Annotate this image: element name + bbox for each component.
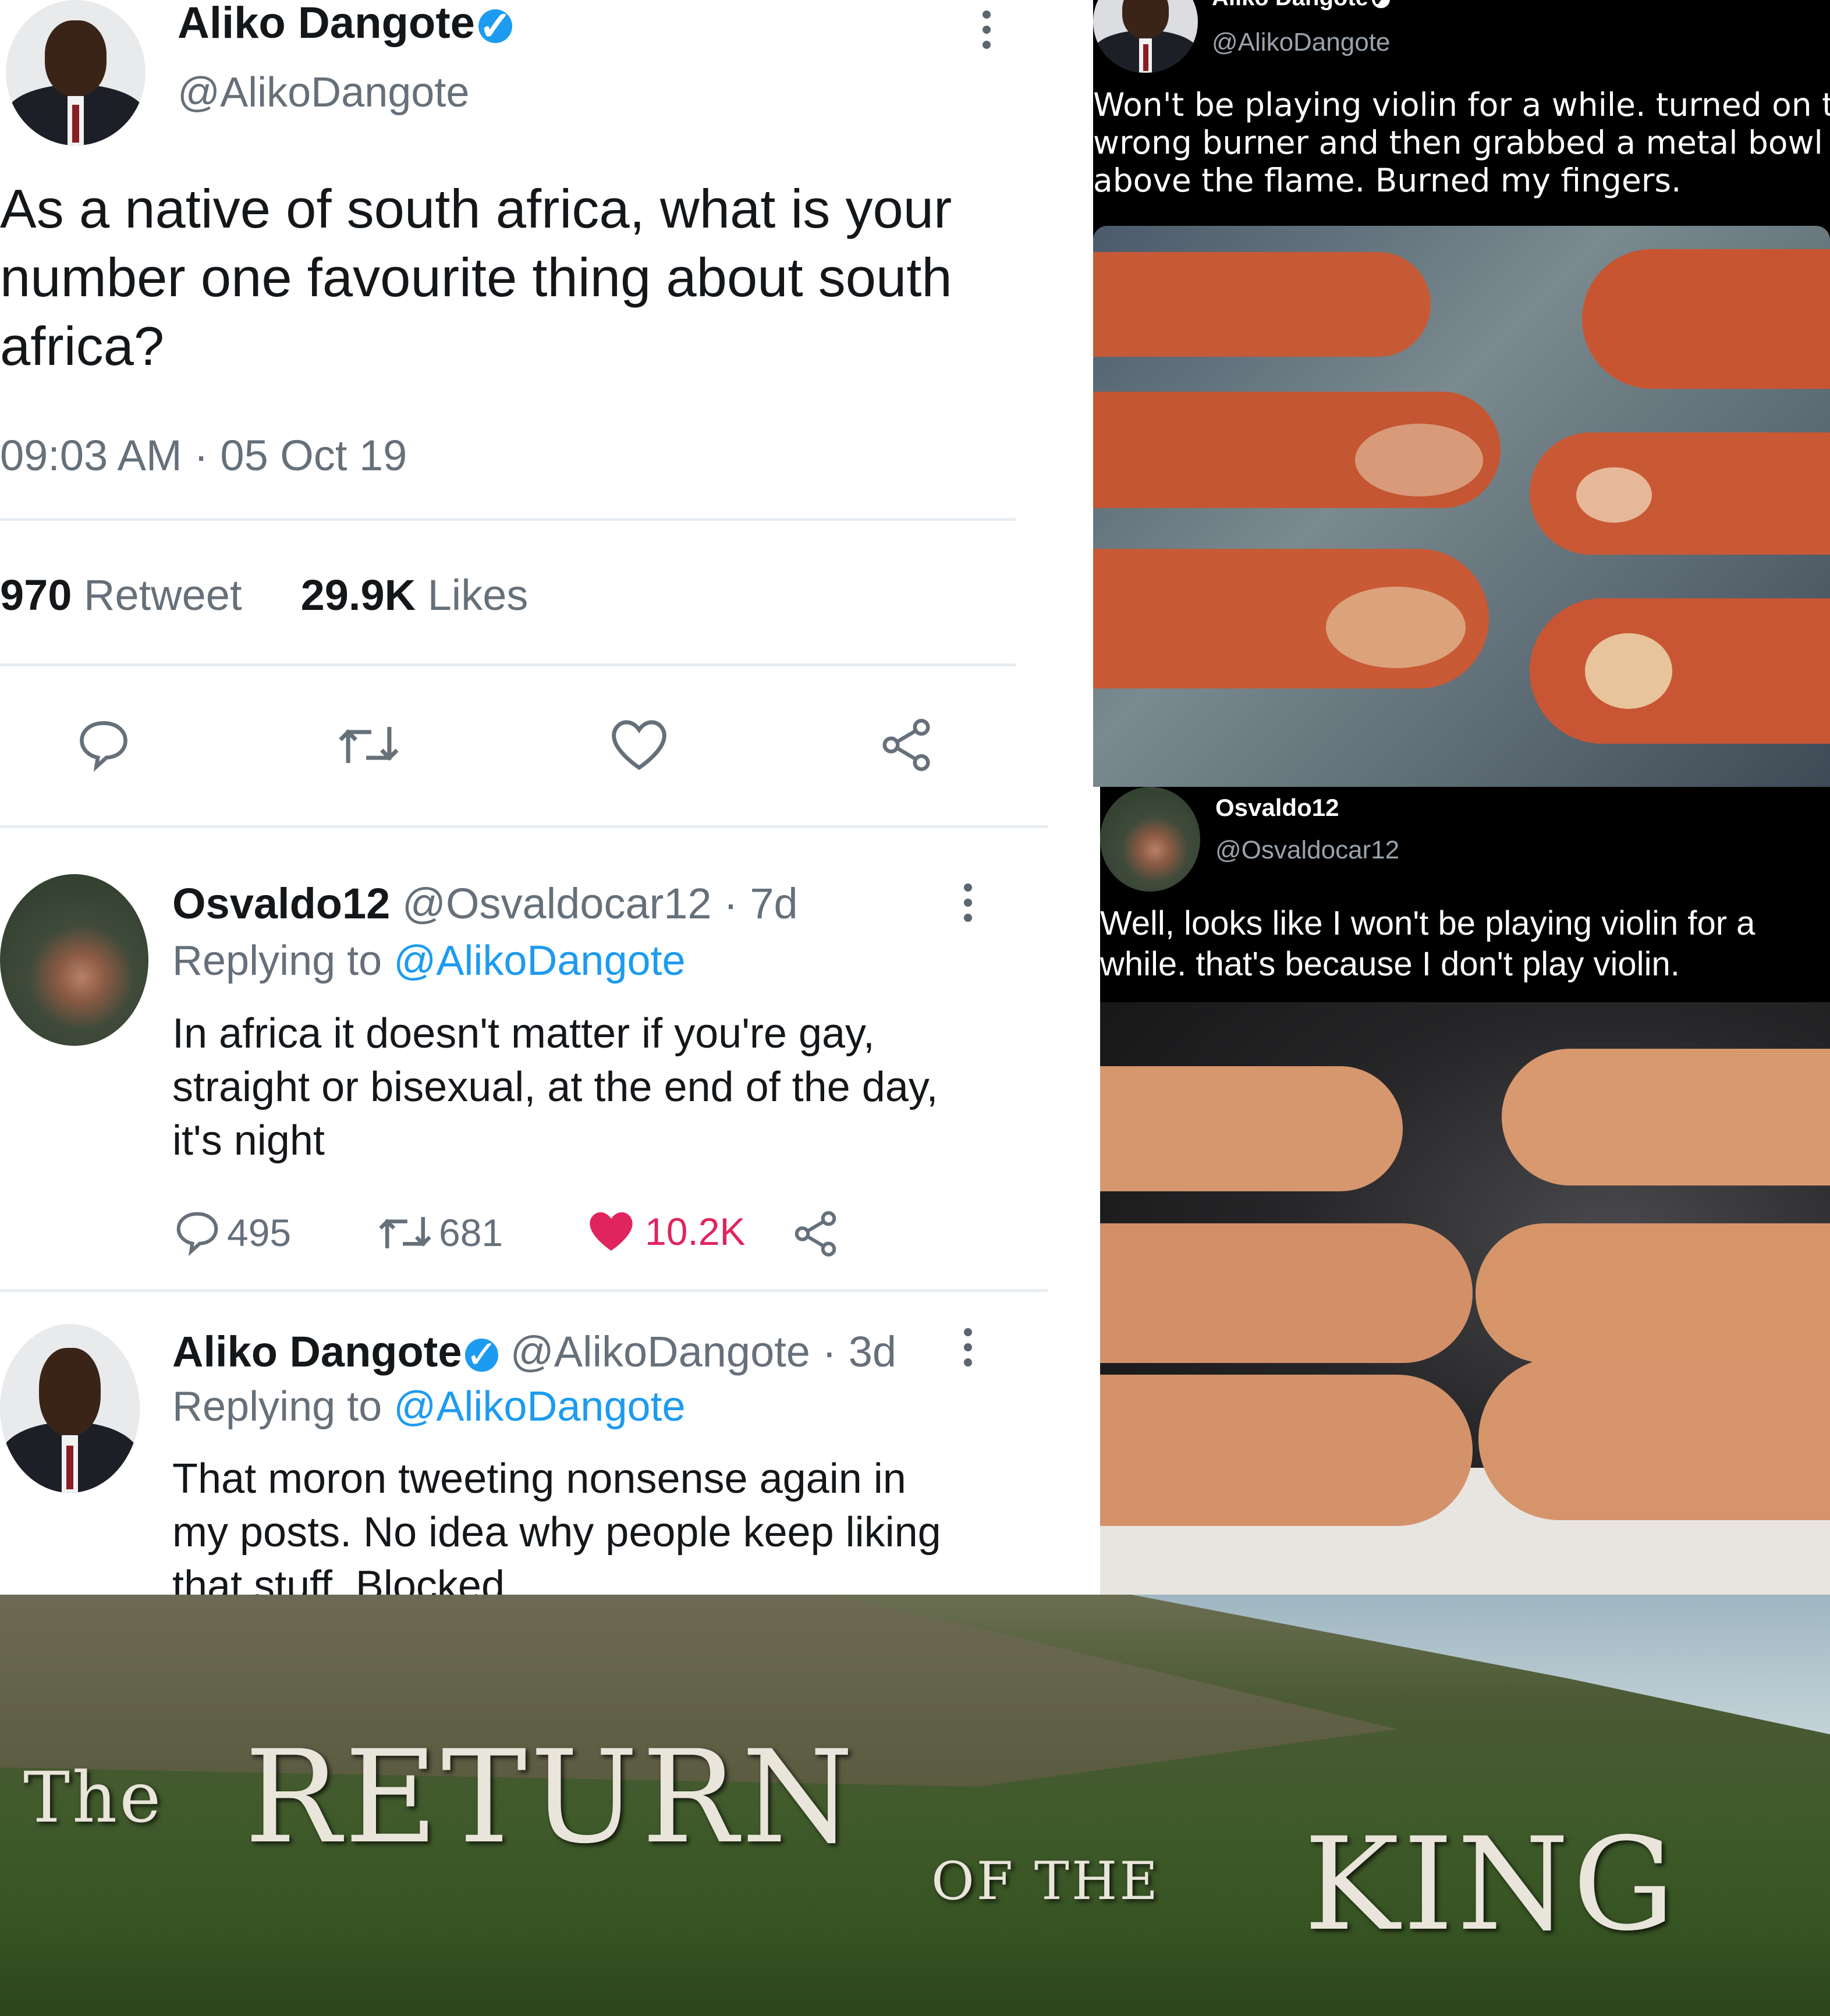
kebab-menu-icon[interactable] (964, 883, 972, 929)
likes-count[interactable]: 29.9K Likes (301, 571, 529, 619)
dark-tweet-text: Well, looks like I won't be playing viol… (1100, 904, 1755, 983)
tweet-stats: 970 Retweet 29.9K Likes (0, 570, 528, 620)
dark-tweet-text: Won't be playing violin for a while. tur… (1093, 86, 1830, 199)
title-the: The (23, 1758, 164, 1838)
aliko-dangote-avatar[interactable] (6, 0, 146, 145)
title-return: RETURN (244, 1723, 857, 1872)
fingers-photo[interactable] (1100, 1002, 1830, 1595)
tweet-thread-panel: Aliko Dangote✓ @AlikoDangote As a native… (0, 0, 1100, 1595)
return-of-the-king-banner: The RETURN OF THE KING (0, 1595, 1830, 2016)
share-icon[interactable] (789, 1208, 842, 1260)
reply2-text: That moron tweeting nonsense again in my… (172, 1456, 941, 1595)
author-name[interactable]: Osvaldo12 (172, 879, 390, 928)
like-button[interactable]: 10.2K (586, 1208, 745, 1255)
retweet-count[interactable]: 970 Retweet (0, 571, 242, 619)
reply-button[interactable]: 495 (172, 1208, 291, 1258)
kebab-menu-icon[interactable] (983, 10, 991, 56)
retweet-icon[interactable] (335, 716, 402, 774)
divider (0, 825, 1048, 828)
heart-icon[interactable] (609, 717, 669, 773)
replying-to-link[interactable]: @AlikoDangote (393, 1383, 685, 1430)
verified-badge-icon: ✓ (465, 1333, 499, 1377)
aliko-dangote-avatar[interactable] (1093, 0, 1198, 73)
replying-to-link[interactable]: @AlikoDangote (393, 938, 685, 984)
author-name[interactable]: Osvaldo12 (1215, 794, 1339, 822)
kebab-menu-icon[interactable] (964, 1328, 972, 1373)
reply2-header: Aliko Dangote✓ @AlikoDangote · 3d (172, 1327, 896, 1376)
burned-fingers-photo[interactable] (1093, 226, 1830, 787)
author-handle[interactable]: @AlikoDangote (178, 69, 469, 116)
title-of-the: OF THE (931, 1851, 1161, 1912)
heart-icon (590, 1212, 633, 1251)
dark-tweet-burned-fingers: Aliko Dangote✓ @AlikoDangote Won't be pl… (1093, 0, 1830, 787)
divider (0, 663, 1016, 666)
reply1-actions: 495 681 10.2K (172, 1208, 871, 1266)
retweet-button[interactable]: 681 (376, 1208, 503, 1258)
author-handle[interactable]: @AlikoDangote (1212, 28, 1390, 57)
reply1-text: In africa it doesn't matter if you're ga… (172, 1010, 938, 1164)
dark-tweet-violin-reply: Osvaldo12 @Osvaldocar12 Well, looks like… (1100, 787, 1830, 1595)
replying-to: Replying to @AlikoDangote (172, 1383, 686, 1430)
author-name[interactable]: Aliko Dangote✓ (178, 0, 513, 48)
author-name[interactable]: Aliko Dangote (172, 1328, 462, 1376)
title-king: KING (1304, 1810, 1679, 1959)
title-text: The RETURN OF THE KING (0, 1595, 1830, 2016)
author-name[interactable]: Aliko Dangote✓ (1212, 0, 1390, 11)
handle-and-time[interactable]: @AlikoDangote · 3d (510, 1328, 896, 1376)
divider (0, 518, 1016, 521)
reply-icon (176, 1212, 218, 1257)
reply-icon[interactable] (75, 716, 133, 774)
replying-to: Replying to @AlikoDangote (172, 938, 686, 984)
verified-badge-icon: ✓ (478, 3, 513, 48)
osvaldo12-avatar[interactable] (0, 874, 148, 1046)
verified-badge-icon: ✓ (1371, 0, 1390, 9)
aliko-dangote-avatar[interactable] (0, 1324, 140, 1493)
handle-and-time[interactable]: @Osvaldocar12 · 7d (402, 879, 798, 928)
reply1-header: Osvaldo12 @Osvaldocar12 · 7d (172, 879, 798, 928)
author-handle[interactable]: @Osvaldocar12 (1215, 836, 1399, 865)
retweet-icon (379, 1217, 431, 1248)
share-icon[interactable] (876, 715, 937, 775)
timestamp: 09:03 AM · 05 Oct 19 (0, 431, 407, 480)
divider (0, 1289, 1048, 1292)
main-tweet-text: As a native of south africa, what is you… (0, 178, 952, 377)
osvaldo12-avatar[interactable] (1100, 787, 1200, 892)
